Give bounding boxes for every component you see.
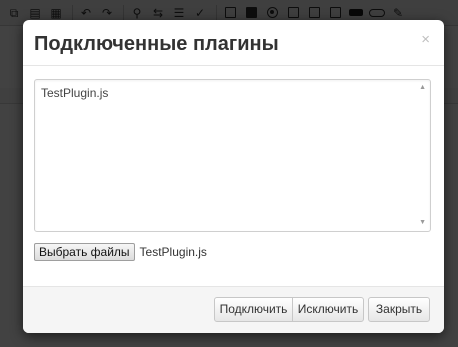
dialog-title: Подключенные плагины — [34, 33, 279, 55]
choose-files-button[interactable]: Выбрать файлы — [34, 243, 135, 261]
close-icon[interactable]: × — [421, 32, 430, 48]
scroll-down-icon[interactable]: ▼ — [419, 219, 426, 227]
plugin-list-item[interactable]: TestPlugin.js — [41, 85, 108, 101]
file-input-row: Выбрать файлы TestPlugin.js — [34, 243, 207, 261]
plugin-list[interactable]: TestPlugin.js ▲ ▼ — [34, 79, 431, 232]
dialog-body: TestPlugin.js ▲ ▼ Выбрать файлы TestPlug… — [23, 66, 444, 286]
selected-file-name: TestPlugin.js — [139, 245, 207, 259]
plugins-dialog: Подключенные плагины × TestPlugin.js ▲ ▼… — [23, 20, 444, 333]
dialog-footer: Подключить Исключить Закрыть — [23, 286, 444, 333]
dialog-header: Подключенные плагины × — [23, 20, 444, 66]
close-button[interactable]: Закрыть — [368, 297, 430, 322]
scroll-up-icon[interactable]: ▲ — [419, 84, 426, 92]
exclude-button[interactable]: Исключить — [292, 297, 364, 322]
connect-button[interactable]: Подключить — [214, 297, 293, 322]
